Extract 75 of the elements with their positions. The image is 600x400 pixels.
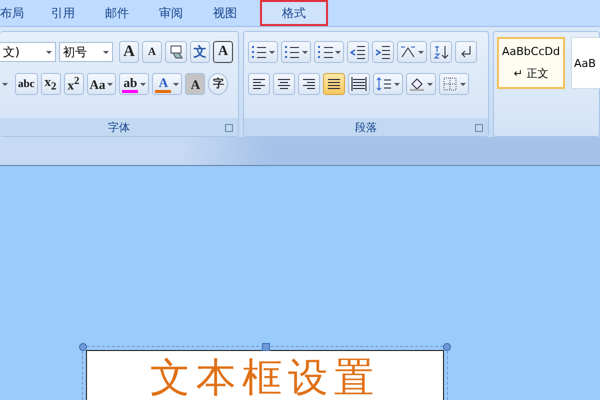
outdent-icon: [350, 44, 366, 60]
numbering-button[interactable]: [281, 41, 311, 63]
caret-icon: [140, 82, 146, 86]
change-case-button[interactable]: Aa: [86, 73, 116, 95]
strikethrough-button[interactable]: abc: [15, 73, 38, 95]
font-size-field[interactable]: 初号: [59, 42, 113, 62]
caret-icon: [2, 82, 8, 86]
caret-icon: [46, 50, 52, 54]
caret-icon: [269, 50, 275, 54]
decrease-indent-button[interactable]: [347, 41, 369, 63]
caret-icon: [302, 50, 308, 54]
align-left-button[interactable]: [248, 73, 270, 95]
dialog-launcher-icon[interactable]: [475, 124, 483, 132]
indent-icon: [375, 44, 391, 60]
font-color-button[interactable]: A: [152, 73, 182, 95]
caret-icon: [418, 50, 424, 54]
justify-icon: [326, 76, 342, 92]
sort-arrow-icon: [433, 44, 449, 60]
ribbon-tab[interactable]: 格式: [260, 0, 328, 26]
caret-icon: [394, 82, 400, 86]
line-spacing-icon: [376, 76, 392, 92]
style-preset[interactable]: AaBbCcDd ↵ 正文: [497, 37, 565, 89]
group-label: 段落: [355, 120, 377, 134]
bullets-button[interactable]: [248, 41, 278, 63]
ribbon-tab[interactable]: 审阅: [144, 0, 198, 26]
dotted-grid-icon: [442, 76, 458, 92]
bullet-list-icon: [251, 44, 267, 60]
style-preset[interactable]: AaB: [571, 37, 600, 89]
superscript-button[interactable]: x$^{2}$: [64, 73, 84, 95]
character-shading-button[interactable]: A: [185, 73, 206, 95]
show-marks-button[interactable]: [455, 41, 477, 63]
ribbon-tab[interactable]: 视图: [198, 0, 252, 26]
caret-icon: [460, 82, 466, 86]
resize-handle[interactable]: [262, 343, 270, 351]
align-center-icon: [276, 76, 292, 92]
align-right-button[interactable]: [298, 73, 320, 95]
distributed-icon: [351, 76, 367, 92]
phonetic-guide-button[interactable]: 文: [190, 41, 210, 63]
shrink-font-button[interactable]: A: [142, 41, 162, 63]
caret-icon: [427, 82, 433, 86]
dialog-launcher-icon[interactable]: [225, 124, 233, 132]
caret-icon: [107, 82, 114, 86]
align-left-icon: [251, 76, 267, 92]
distributed-button[interactable]: [348, 73, 370, 95]
increase-indent-button[interactable]: [372, 41, 394, 63]
resize-handle[interactable]: [443, 343, 451, 351]
align-center-button[interactable]: [273, 73, 295, 95]
numbered-list-icon: [284, 44, 300, 60]
clear-format-button[interactable]: [165, 41, 187, 63]
align-right-icon: [301, 76, 317, 92]
shading-button[interactable]: [406, 73, 436, 95]
character-border-button[interactable]: A: [213, 41, 233, 63]
ribbon-tab[interactable]: 引用: [36, 0, 90, 26]
sort-button[interactable]: [430, 41, 452, 63]
paint-bucket-icon: [409, 76, 425, 92]
enclose-character-button[interactable]: 字: [208, 73, 228, 95]
grow-font-button[interactable]: A: [119, 41, 139, 63]
subscript-button[interactable]: x$_{2}$: [40, 73, 60, 95]
group-label: 字体: [108, 120, 130, 134]
resize-handle[interactable]: [79, 343, 87, 351]
text-box-text: 文本框设置: [150, 355, 380, 400]
font-name-field[interactable]: 文): [0, 42, 56, 62]
multilevel-list-icon: [317, 44, 333, 60]
asian-layout-button[interactable]: [397, 41, 427, 63]
caret-icon: [335, 50, 341, 54]
caret-icon: [103, 50, 109, 54]
caret-icon: [173, 82, 180, 86]
borders-button[interactable]: [439, 73, 469, 95]
ribbon-tab[interactable]: 布局: [0, 0, 36, 26]
line-spacing-button[interactable]: [373, 73, 403, 95]
ribbon-tab[interactable]: 邮件: [90, 0, 144, 26]
eraser-icon: [168, 44, 184, 60]
multilevel-list-button[interactable]: [314, 41, 344, 63]
highlight-button[interactable]: ab: [119, 73, 150, 95]
justify-button[interactable]: [323, 73, 345, 95]
